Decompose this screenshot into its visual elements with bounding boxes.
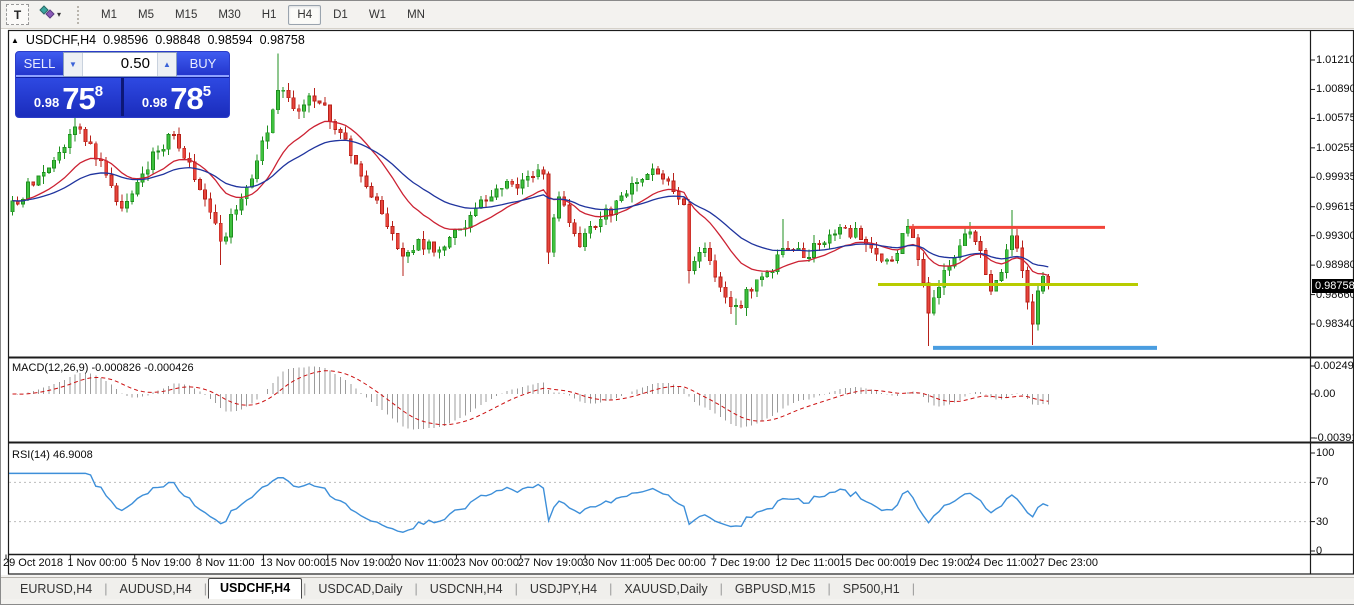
ohlc-low: 0.98594 — [207, 33, 252, 47]
time-axis-label: 27 Dec 23:00 — [1033, 557, 1098, 569]
current-price-badge: 0.98758 — [1312, 279, 1354, 293]
time-axis-label: 19 Dec 19:00 — [904, 557, 969, 569]
buy-button[interactable]: BUY — [177, 52, 229, 77]
ohlc-close: 0.98758 — [260, 33, 305, 47]
volume-increase-button[interactable]: ▲ — [157, 53, 176, 76]
time-axis-label: 12 Dec 11:00 — [775, 557, 840, 569]
timeframe-toolbar: M1M5M15M30H1H4D1W1MN — [92, 5, 437, 25]
chart-tab-USDCNH-H4[interactable]: USDCNH,H4 — [419, 580, 514, 599]
chart-tab-bar: EURUSD,H4|AUDUSD,H4|USDCHF,H4|USDCAD,Dai… — [1, 577, 1354, 599]
timeframe-button-M5[interactable]: M5 — [129, 5, 163, 25]
timeframe-button-M1[interactable]: M1 — [92, 5, 126, 25]
chart-tab-XAUUSD-Daily[interactable]: XAUUSD,Daily — [613, 580, 718, 599]
chart-tab-USDCAD-Daily[interactable]: USDCAD,Daily — [307, 580, 413, 599]
volume-input[interactable]: 0.50 — [83, 53, 157, 76]
time-axis-label: 5 Dec 00:00 — [647, 557, 706, 569]
ohlc-open: 0.98596 — [103, 33, 148, 47]
macd-indicator-label: MACD(12,26,9) -0.000826 -0.000426 — [12, 362, 194, 374]
price-axis-label: 1.00575 — [1316, 111, 1354, 125]
timeframe-button-H4[interactable]: H4 — [288, 5, 321, 25]
price-axis-label: 1.00890 — [1316, 82, 1354, 96]
terminal-window: T ▾ M1M5M15M30H1H4D1W1MN ▲ USDCHF,H4 0.9… — [0, 0, 1354, 605]
time-axis-label: 24 Dec 11:00 — [968, 557, 1033, 569]
volume-decrease-button[interactable]: ▼ — [64, 53, 83, 76]
sell-button[interactable]: SELL — [16, 52, 63, 77]
time-axis-label: 7 Dec 19:00 — [711, 557, 770, 569]
timeframe-button-M30[interactable]: M30 — [209, 5, 249, 25]
time-axis-label: 27 Nov 19:00 — [518, 557, 583, 569]
sell-price-sup: 8 — [95, 83, 103, 100]
text-tool-button[interactable]: T — [6, 4, 29, 25]
rsi-axis-label: 30 — [1316, 515, 1328, 529]
ma-slow-line[interactable] — [13, 140, 1049, 267]
macd-signal-line — [13, 371, 1049, 425]
chevron-down-icon: ▾ — [57, 10, 61, 19]
timeframe-button-M15[interactable]: M15 — [166, 5, 206, 25]
one-click-trading-panel: SELL ▼ 0.50 ▲ BUY 0.98 75 8 0.98 78 — [15, 51, 230, 118]
rsi-axis-label: 100 — [1316, 446, 1334, 460]
toolbar-grip[interactable] — [77, 6, 84, 24]
time-axis-label: 29 Oct 2018 — [3, 557, 63, 569]
price-axis-label: 0.98340 — [1316, 317, 1354, 331]
chart-tab-USDJPY-H4[interactable]: USDJPY,H4 — [519, 580, 608, 599]
volume-stepper: ▼ 0.50 ▲ — [63, 52, 177, 77]
shapes-tool-button[interactable]: ▾ — [33, 5, 67, 24]
rsi-indicator-label: RSI(14) 46.9008 — [12, 449, 93, 461]
price-axis-label: 0.99935 — [1316, 170, 1354, 184]
ohlc-high: 0.98848 — [155, 33, 200, 47]
time-axis-label: 5 Nov 19:00 — [132, 557, 191, 569]
collapse-panel-icon[interactable]: ▲ — [11, 36, 19, 45]
time-axis-label: 1 Nov 00:00 — [67, 557, 126, 569]
chart-tab-SP500-H1[interactable]: SP500,H1 — [832, 580, 911, 599]
chart-tab-EURUSD-H4[interactable]: EURUSD,H4 — [9, 580, 103, 599]
time-axis-label: 23 Nov 00:00 — [453, 557, 518, 569]
chart-tab-USDCHF-H4[interactable]: USDCHF,H4 — [208, 578, 302, 599]
time-axis-label: 8 Nov 11:00 — [196, 557, 255, 569]
macd-axis-label: -0.003913 — [1314, 431, 1354, 445]
chart-ohlc-header: ▲ USDCHF,H4 0.98596 0.98848 0.98594 0.98… — [11, 33, 305, 47]
chart-tab-GBPUSD-M15[interactable]: GBPUSD,M15 — [724, 580, 827, 599]
time-axis-label: 20 Nov 11:00 — [389, 557, 454, 569]
tab-separator: | — [911, 582, 916, 599]
buy-price-big: 78 — [170, 85, 202, 113]
price-axis-label: 0.98980 — [1316, 258, 1354, 272]
price-axis-label: 1.00255 — [1316, 141, 1354, 155]
macd-axis-label: 0.002492 — [1314, 359, 1354, 373]
buy-price-small: 0.98 — [142, 95, 167, 110]
toolbar: T ▾ M1M5M15M30H1H4D1W1MN — [1, 1, 1354, 29]
chart-area[interactable]: ▲ USDCHF,H4 0.98596 0.98848 0.98594 0.98… — [1, 29, 1354, 575]
shapes-icon — [39, 5, 55, 24]
buy-price-sup: 5 — [203, 83, 211, 100]
time-axis-label: 30 Nov 11:00 — [582, 557, 647, 569]
macd-histogram — [13, 366, 1049, 429]
chart-tab-AUDUSD-H4[interactable]: AUDUSD,H4 — [109, 580, 203, 599]
rsi-axis-label: 0 — [1316, 544, 1322, 558]
timeframe-button-W1[interactable]: W1 — [360, 5, 395, 25]
sell-price-small: 0.98 — [34, 95, 59, 110]
sell-price-display[interactable]: 0.98 75 8 — [16, 78, 121, 116]
macd-axis-label: 0.00 — [1314, 387, 1335, 401]
rsi-axis-label: 70 — [1316, 475, 1328, 489]
price-axis-label: 1.01210 — [1316, 53, 1354, 67]
timeframe-button-H1[interactable]: H1 — [253, 5, 286, 25]
buy-price-display[interactable]: 0.98 78 5 — [124, 78, 229, 116]
symbol-label: USDCHF,H4 — [26, 33, 96, 47]
time-axis-label: 13 Nov 00:00 — [260, 557, 325, 569]
status-strip — [1, 599, 1354, 604]
price-axis-label: 0.99300 — [1316, 229, 1354, 243]
timeframe-button-MN[interactable]: MN — [398, 5, 434, 25]
timeframe-button-D1[interactable]: D1 — [324, 5, 357, 25]
price-axis-label: 0.99615 — [1316, 200, 1354, 214]
time-axis-label: 15 Nov 19:00 — [325, 557, 390, 569]
time-axis-label: 15 Dec 00:00 — [840, 557, 905, 569]
sell-price-big: 75 — [62, 85, 94, 113]
